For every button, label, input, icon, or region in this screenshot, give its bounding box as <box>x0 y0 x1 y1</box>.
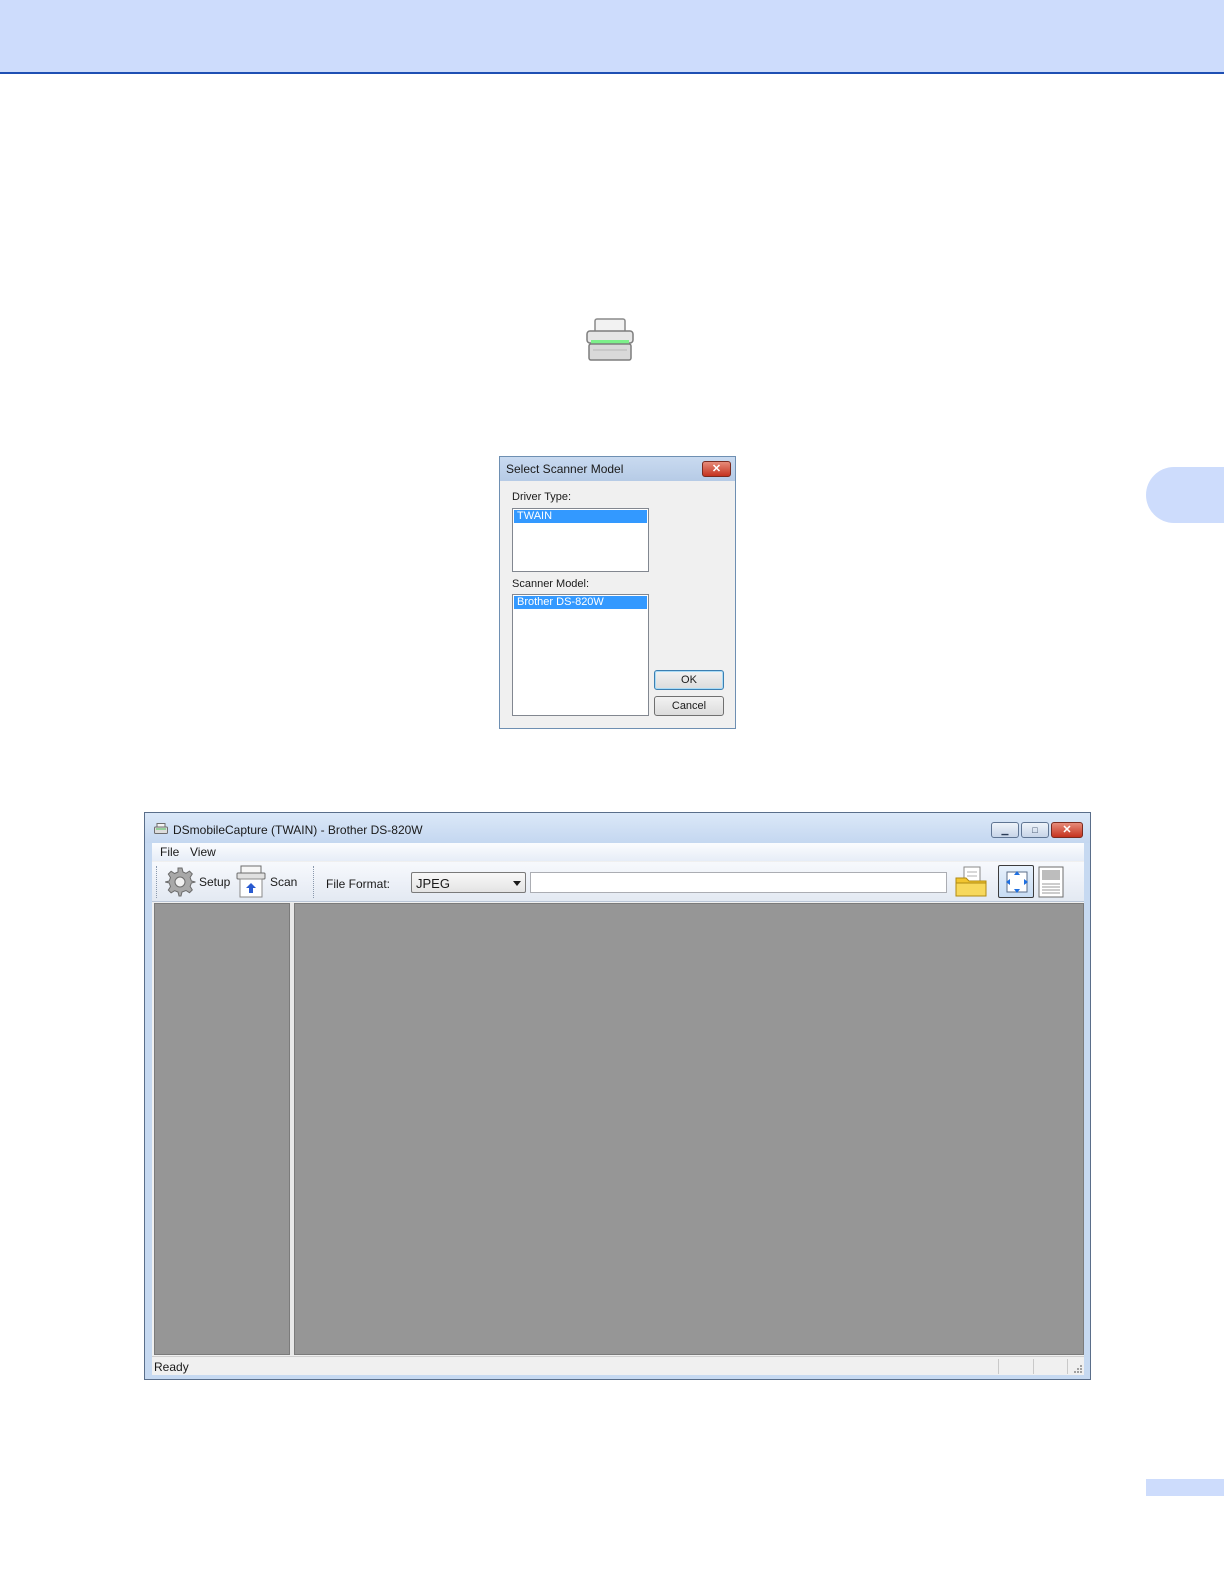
ok-button[interactable]: OK <box>654 670 724 690</box>
driver-type-listbox[interactable]: TWAIN <box>512 508 649 572</box>
app-window-title: DSmobileCapture (TWAIN) - Brother DS-820… <box>173 823 423 837</box>
scanner-model-option[interactable]: Brother DS-820W <box>514 596 647 609</box>
open-folder-icon[interactable] <box>954 866 988 898</box>
select-scanner-model-dialog: Select Scanner Model ✕ Driver Type: TWAI… <box>499 456 736 729</box>
gear-icon[interactable] <box>164 866 196 898</box>
scanner-icon <box>586 318 634 361</box>
status-bar: Ready <box>152 1356 1084 1375</box>
scanner-model-listbox[interactable]: Brother DS-820W <box>512 594 649 716</box>
menu-view[interactable]: View <box>190 845 216 859</box>
toolbar-grip[interactable] <box>156 866 159 898</box>
app-client-area: File View Setup Scan File Format: JPEG R… <box>152 843 1084 1375</box>
resize-grip-icon[interactable] <box>1072 1363 1082 1373</box>
scan-button[interactable]: Scan <box>270 875 297 889</box>
page-header-band <box>0 0 1224 74</box>
page-number-tab <box>1146 1479 1224 1496</box>
file-path-field[interactable] <box>530 872 947 893</box>
scan-icon[interactable] <box>236 865 266 899</box>
close-icon: ✕ <box>1062 824 1072 836</box>
menu-file[interactable]: File <box>160 845 179 859</box>
driver-type-option[interactable]: TWAIN <box>514 510 647 523</box>
fit-to-window-icon <box>1006 871 1028 893</box>
driver-type-label: Driver Type: <box>512 491 572 503</box>
image-preview-pane[interactable] <box>294 903 1084 1355</box>
fit-to-window-button[interactable] <box>998 865 1034 898</box>
scanner-model-label: Scanner Model: <box>512 578 590 590</box>
maximize-button[interactable]: □ <box>1021 822 1049 838</box>
scanner-small-icon <box>154 823 168 834</box>
status-divider <box>1067 1359 1068 1374</box>
minimize-button[interactable]: ▁ <box>991 822 1019 838</box>
status-divider <box>1033 1359 1034 1374</box>
status-divider <box>998 1359 999 1374</box>
dialog-close-button[interactable]: ✕ <box>702 461 731 477</box>
dialog-title: Select Scanner Model <box>500 457 735 481</box>
dsmobilecapture-window: DSmobileCapture (TWAIN) - Brother DS-820… <box>144 812 1091 1380</box>
file-format-dropdown[interactable]: JPEG <box>411 872 526 893</box>
manual-page: Select Scanner Model ✕ Driver Type: TWAI… <box>0 0 1224 1584</box>
toolbar-grip[interactable] <box>313 866 316 898</box>
toolbar: Setup Scan File Format: JPEG <box>152 862 1084 902</box>
window-close-button[interactable]: ✕ <box>1051 822 1083 838</box>
file-format-value: JPEG <box>416 876 450 891</box>
menu-bar: File View <box>152 843 1084 861</box>
thumbnail-pane[interactable] <box>154 903 290 1355</box>
status-text: Ready <box>154 1360 189 1374</box>
app-title-bar[interactable]: DSmobileCapture (TWAIN) - Brother DS-820… <box>145 813 1090 843</box>
file-format-label: File Format: <box>326 877 391 891</box>
close-icon: ✕ <box>711 463 722 475</box>
minimize-icon: ▁ <box>1001 825 1009 835</box>
actual-size-page-icon[interactable] <box>1038 866 1064 898</box>
maximize-icon: □ <box>1032 825 1038 835</box>
setup-button[interactable]: Setup <box>199 875 230 889</box>
chevron-down-icon <box>513 881 521 886</box>
chapter-tab <box>1146 467 1224 523</box>
cancel-button[interactable]: Cancel <box>654 696 724 716</box>
